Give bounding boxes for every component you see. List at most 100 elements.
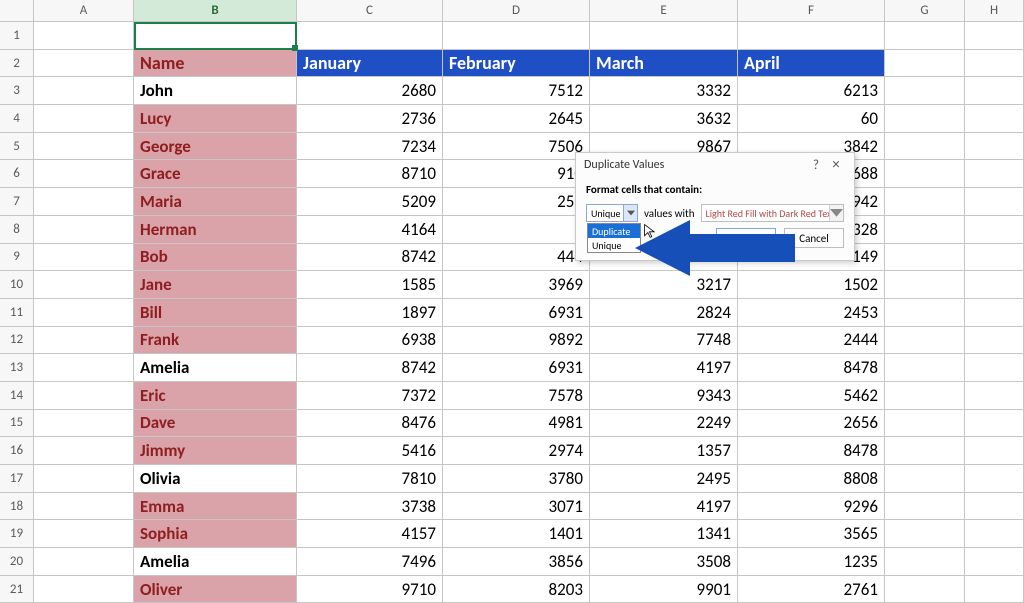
cell[interactable] [965,410,1024,437]
cell[interactable] [34,493,134,520]
col-header-g[interactable]: G [885,0,965,21]
cell[interactable] [885,548,965,575]
row-header[interactable]: 16 [0,437,34,464]
month-header-cell[interactable]: March [590,50,738,77]
cell[interactable] [134,22,297,49]
row-header[interactable]: 10 [0,271,34,298]
cell[interactable] [34,188,134,215]
col-header-f[interactable]: F [738,0,885,21]
cell[interactable] [34,548,134,575]
row-header[interactable]: 12 [0,327,34,354]
value-cell[interactable]: 4981 [443,410,590,437]
value-cell[interactable]: 6 [443,216,590,243]
value-cell[interactable]: 5462 [738,382,885,409]
month-header-cell[interactable]: April [738,50,885,77]
row-header[interactable]: 17 [0,465,34,492]
value-cell[interactable]: 2656 [738,410,885,437]
cell[interactable] [34,105,134,132]
value-cell[interactable]: 2645 [443,105,590,132]
cell[interactable] [965,520,1024,547]
value-cell[interactable]: 2736 [297,105,443,132]
value-cell[interactable]: 6931 [443,354,590,381]
value-cell[interactable]: 8478 [738,354,885,381]
cell[interactable] [885,299,965,326]
col-header-a[interactable]: A [34,0,134,21]
cell[interactable] [34,299,134,326]
month-header-cell[interactable]: January [297,50,443,77]
name-cell[interactable]: Herman [134,216,297,243]
cell[interactable] [965,188,1024,215]
value-cell[interactable]: 2761 [738,576,885,603]
cell[interactable] [34,437,134,464]
select-all-corner[interactable] [0,0,34,21]
row-header[interactable]: 14 [0,382,34,409]
cell[interactable] [885,382,965,409]
cell[interactable] [885,576,965,603]
cell[interactable] [34,382,134,409]
value-cell[interactable]: 8476 [297,410,443,437]
cell[interactable] [34,327,134,354]
cell[interactable] [34,22,134,49]
value-cell[interactable]: 8478 [738,437,885,464]
cell[interactable] [885,77,965,104]
value-cell[interactable]: 1357 [590,437,738,464]
cell[interactable] [34,410,134,437]
dialog-titlebar[interactable]: Duplicate Values ? × [576,153,854,177]
cell[interactable] [965,465,1024,492]
name-cell[interactable]: Amelia [134,548,297,575]
cell[interactable] [885,160,965,187]
cell[interactable] [965,133,1024,160]
value-cell[interactable]: 3508 [590,548,738,575]
value-cell[interactable]: 7810 [297,465,443,492]
cell[interactable] [885,244,965,271]
row-header[interactable]: 21 [0,576,34,603]
value-cell[interactable]: 5416 [297,437,443,464]
value-cell[interactable]: 7372 [297,382,443,409]
value-cell[interactable]: 444 [443,244,590,271]
cell[interactable] [34,160,134,187]
name-cell[interactable]: Grace [134,160,297,187]
value-cell[interactable]: 7748 [590,327,738,354]
value-cell[interactable]: 1235 [738,548,885,575]
value-cell[interactable]: 3969 [443,271,590,298]
value-cell[interactable]: 9296 [738,493,885,520]
value-cell[interactable]: 2249 [590,410,738,437]
cell[interactable] [965,160,1024,187]
row-header[interactable]: 2 [0,50,34,77]
cell[interactable] [965,271,1024,298]
value-cell[interactable]: 3071 [443,493,590,520]
cell[interactable] [885,354,965,381]
value-cell[interactable]: 3632 [590,105,738,132]
cell[interactable] [34,520,134,547]
value-cell[interactable]: 9892 [443,327,590,354]
value-cell[interactable]: 6938 [297,327,443,354]
help-icon[interactable]: ? [806,158,826,173]
row-header[interactable]: 13 [0,354,34,381]
cell[interactable] [965,50,1024,77]
name-cell[interactable]: Bob [134,244,297,271]
cell[interactable] [965,244,1024,271]
value-cell[interactable]: 9343 [590,382,738,409]
value-cell[interactable]: 6931 [443,299,590,326]
value-cell[interactable]: 8203 [443,576,590,603]
cell[interactable] [34,50,134,77]
value-cell[interactable]: 910 [443,160,590,187]
cell[interactable] [885,465,965,492]
name-cell[interactable]: Lucy [134,105,297,132]
value-cell[interactable]: 7506 [443,133,590,160]
cell[interactable] [297,22,443,49]
value-cell[interactable]: 9901 [590,576,738,603]
name-cell[interactable]: Oliver [134,576,297,603]
name-cell[interactable]: John [134,77,297,104]
cell[interactable] [34,216,134,243]
value-cell[interactable]: 8808 [738,465,885,492]
row-header[interactable]: 9 [0,244,34,271]
cell[interactable] [885,50,965,77]
value-cell[interactable]: 1341 [590,520,738,547]
cell[interactable] [34,133,134,160]
row-header[interactable]: 15 [0,410,34,437]
cell[interactable] [965,216,1024,243]
name-cell[interactable]: Emma [134,493,297,520]
cell[interactable] [34,77,134,104]
value-cell[interactable]: 2680 [297,77,443,104]
